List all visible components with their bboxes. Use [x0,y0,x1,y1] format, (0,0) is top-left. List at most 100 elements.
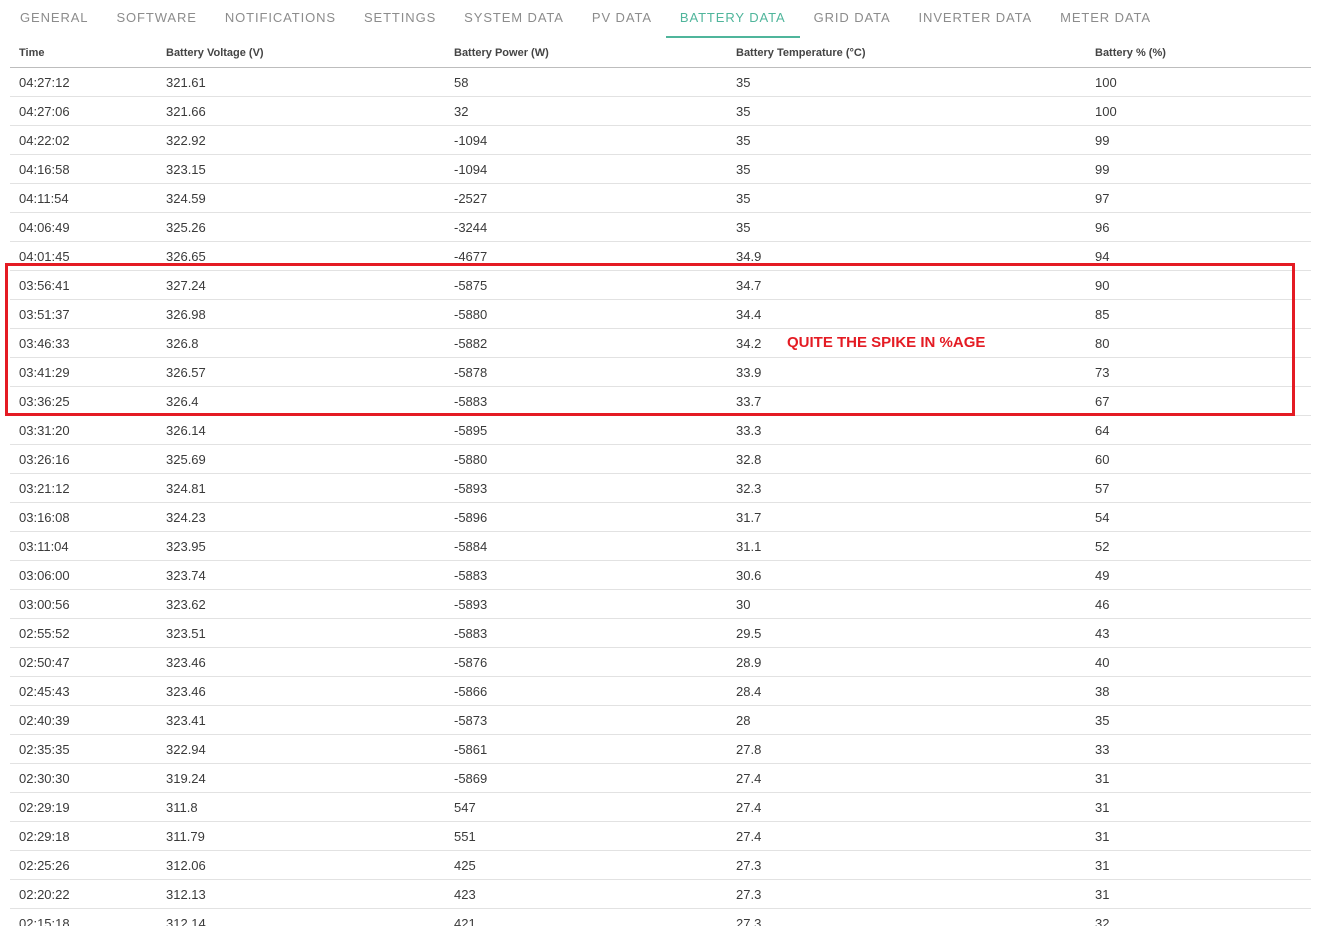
battery-power-cell: -5882 [445,328,727,358]
table-header-row: Time Battery Voltage (V) Battery Power (W)… [10,39,1311,68]
battery-power-cell: -5880 [445,444,727,474]
table-row: 02:20:22 312.13 423 27.3 31 [10,879,1311,909]
time-cell: 04:11:54 [10,183,157,213]
tab-software[interactable]: SOFTWARE [102,0,210,38]
time-cell: 03:36:25 [10,386,157,416]
tab-system-data[interactable]: SYSTEM DATA [450,0,578,38]
tab-pv-data[interactable]: PV DATA [578,0,666,38]
battery-percent-cell: 60 [1086,444,1311,474]
table-row: 02:25:26 312.06 425 27.3 31 [10,850,1311,880]
battery-power-cell: -5880 [445,299,727,329]
time-cell: 02:15:18 [10,908,157,926]
battery-percent-cell: 31 [1086,821,1311,851]
battery-power-cell: 551 [445,821,727,851]
battery-temperature-cell: 33.3 [727,415,1086,445]
battery-temperature-cell: 29.5 [727,618,1086,648]
battery-power-cell: -5893 [445,473,727,503]
battery-power-cell: -5883 [445,560,727,590]
battery-percent-cell: 46 [1086,589,1311,619]
battery-voltage-cell: 323.41 [157,705,445,735]
battery-percent-cell: 100 [1086,67,1311,97]
annotation-text: QUITE THE SPIKE IN %AGE [787,334,986,351]
battery-power-cell: -5876 [445,647,727,677]
battery-temperature-cell: 35 [727,96,1086,126]
battery-percent-header[interactable]: Battery % (%) [1086,39,1311,68]
battery-voltage-cell: 323.62 [157,589,445,619]
time-cell: 03:56:41 [10,270,157,300]
table-row: 04:27:12 321.61 58 35 100 [10,67,1311,97]
table-row: 04:06:49 325.26 -3244 35 96 [10,212,1311,242]
battery-temperature-cell: 30 [727,589,1086,619]
tab-general[interactable]: GENERAL [6,0,102,38]
battery-temperature-cell: 27.3 [727,908,1086,926]
battery-voltage-cell: 322.92 [157,125,445,155]
battery-percent-cell: 49 [1086,560,1311,590]
battery-voltage-cell: 326.98 [157,299,445,329]
tab-battery-data[interactable]: BATTERY DATA [665,0,800,38]
time-cell: 02:50:47 [10,647,157,677]
battery-power-header[interactable]: Battery Power (W) [445,39,727,68]
tab-settings[interactable]: SETTINGS [350,0,450,38]
battery-power-cell: -5878 [445,357,727,387]
battery-percent-cell: 54 [1086,502,1311,532]
battery-data-table: Time Battery Voltage (V) Battery Power (W)… [10,39,1311,926]
battery-voltage-header[interactable]: Battery Voltage (V) [157,39,445,68]
battery-voltage-cell: 324.81 [157,473,445,503]
battery-voltage-cell: 323.74 [157,560,445,590]
table-row: 03:31:20 326.14 -5895 33.3 64 [10,415,1311,445]
table-row: 03:26:16 325.69 -5880 32.8 60 [10,444,1311,474]
time-cell: 02:29:18 [10,821,157,851]
battery-power-cell: -5869 [445,763,727,793]
time-header[interactable]: Time [10,39,157,68]
time-cell: 04:27:06 [10,96,157,126]
tab-grid-data[interactable]: GRID DATA [800,0,905,38]
table-row: 03:16:08 324.23 -5896 31.7 54 [10,502,1311,532]
battery-percent-cell: 31 [1086,850,1311,880]
battery-percent-cell: 33 [1086,734,1311,764]
battery-voltage-cell: 319.24 [157,763,445,793]
battery-data-page: GENERAL SOFTWARE NOTIFICATIONS SETTINGS SYST… [0,0,1327,926]
tab-notifications[interactable]: NOTIFICATIONS [211,0,350,38]
battery-voltage-cell: 322.94 [157,734,445,764]
battery-voltage-cell: 321.61 [157,67,445,97]
battery-temperature-cell: 27.8 [727,734,1086,764]
battery-power-cell: -1094 [445,125,727,155]
table-row: 04:16:58 323.15 -1094 35 99 [10,154,1311,184]
battery-temperature-cell: 35 [727,154,1086,184]
time-cell: 04:01:45 [10,241,157,271]
table-row: 02:29:18 311.79 551 27.4 31 [10,821,1311,851]
time-cell: 04:16:58 [10,154,157,184]
battery-temperature-cell: 27.3 [727,850,1086,880]
battery-voltage-cell: 326.57 [157,357,445,387]
time-cell: 02:45:43 [10,676,157,706]
battery-temperature-header[interactable]: Battery Temperature (°C) [727,39,1086,68]
battery-percent-cell: 31 [1086,792,1311,822]
battery-temperature-cell: 32.8 [727,444,1086,474]
battery-power-cell: -5883 [445,618,727,648]
battery-voltage-cell: 311.8 [157,792,445,822]
time-cell: 03:16:08 [10,502,157,532]
battery-voltage-cell: 312.13 [157,879,445,909]
time-cell: 03:41:29 [10,357,157,387]
time-cell: 02:29:19 [10,792,157,822]
time-cell: 03:06:00 [10,560,157,590]
tab-meter-data[interactable]: METER DATA [1046,0,1165,38]
table-row: 02:35:35 322.94 -5861 27.8 33 [10,734,1311,764]
battery-voltage-cell: 311.79 [157,821,445,851]
battery-temperature-cell: 35 [727,67,1086,97]
battery-voltage-cell: 323.46 [157,676,445,706]
table-row: 03:11:04 323.95 -5884 31.1 52 [10,531,1311,561]
battery-voltage-cell: 324.23 [157,502,445,532]
battery-power-cell: -5861 [445,734,727,764]
battery-percent-cell: 31 [1086,879,1311,909]
battery-voltage-cell: 312.06 [157,850,445,880]
battery-temperature-cell: 31.1 [727,531,1086,561]
battery-voltage-cell: 326.14 [157,415,445,445]
battery-power-cell: -5893 [445,589,727,619]
battery-temperature-cell: 27.4 [727,792,1086,822]
battery-voltage-cell: 326.65 [157,241,445,271]
battery-temperature-cell: 32.3 [727,473,1086,503]
tab-inverter-data[interactable]: INVERTER DATA [905,0,1047,38]
battery-percent-cell: 96 [1086,212,1311,242]
battery-temperature-cell: 28.9 [727,647,1086,677]
